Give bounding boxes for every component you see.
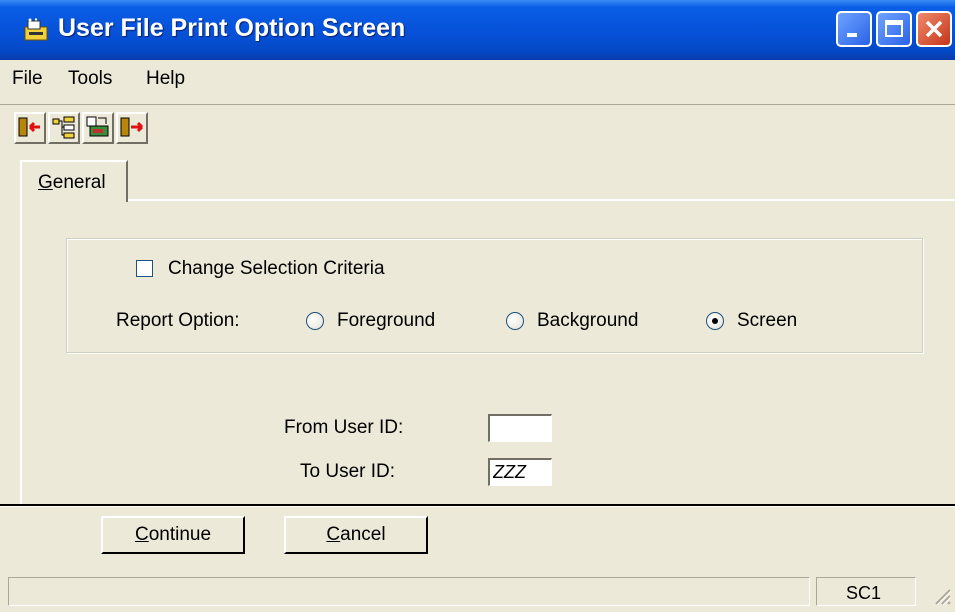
background-radio[interactable] <box>506 312 524 330</box>
exit-right-icon <box>120 117 144 137</box>
menu-bar <box>0 60 955 100</box>
toolbar-exit-left-button[interactable] <box>14 112 46 144</box>
to-user-id-label: To User ID: <box>300 461 396 482</box>
maximize-button[interactable] <box>876 11 912 47</box>
tab-general-label: General <box>38 172 106 193</box>
toolbar-tree-button[interactable] <box>48 112 80 144</box>
panel-margin <box>0 200 20 504</box>
continue-button[interactable]: Continue <box>101 516 245 554</box>
status-code: SC1 <box>846 583 882 603</box>
screen-label[interactable]: Screen <box>737 310 797 332</box>
foreground-label[interactable]: Foreground <box>337 310 435 332</box>
foreground-radio[interactable] <box>306 312 324 330</box>
tree-icon <box>52 116 75 139</box>
cancel-button[interactable]: Cancel <box>284 516 428 554</box>
tab-panel-left-edge <box>20 200 22 504</box>
toolbar-print-button[interactable] <box>82 112 114 144</box>
toolbar-separator <box>0 104 955 105</box>
change-selection-label[interactable]: Change Selection Criteria <box>168 258 385 280</box>
printer-icon <box>86 116 109 137</box>
menu-tools[interactable]: Tools <box>68 68 112 90</box>
report-option-label: Report Option: <box>116 310 240 331</box>
tab-panel-edge <box>128 199 955 201</box>
menu-file[interactable]: File <box>12 68 43 90</box>
menu-help[interactable]: Help <box>146 68 185 90</box>
window-title: User File Print Option Screen <box>58 14 406 42</box>
close-button[interactable] <box>916 11 952 47</box>
app-icon <box>24 18 52 42</box>
exit-left-icon <box>18 117 40 137</box>
screen-radio[interactable] <box>706 312 724 330</box>
options-group <box>66 238 923 353</box>
background-label[interactable]: Background <box>537 310 638 332</box>
toolbar-exit-right-button[interactable] <box>116 112 148 144</box>
resize-grip-icon[interactable] <box>928 582 952 606</box>
from-user-id-label: From User ID: <box>284 417 404 438</box>
button-bar-separator-highlight <box>0 506 955 507</box>
status-message-pane <box>8 577 810 606</box>
minimize-icon <box>847 33 857 37</box>
change-selection-checkbox[interactable] <box>136 260 153 277</box>
close-icon <box>925 20 943 38</box>
from-user-id-input[interactable] <box>488 414 552 442</box>
to-user-id-input[interactable] <box>488 458 552 486</box>
minimize-button[interactable] <box>836 11 872 47</box>
